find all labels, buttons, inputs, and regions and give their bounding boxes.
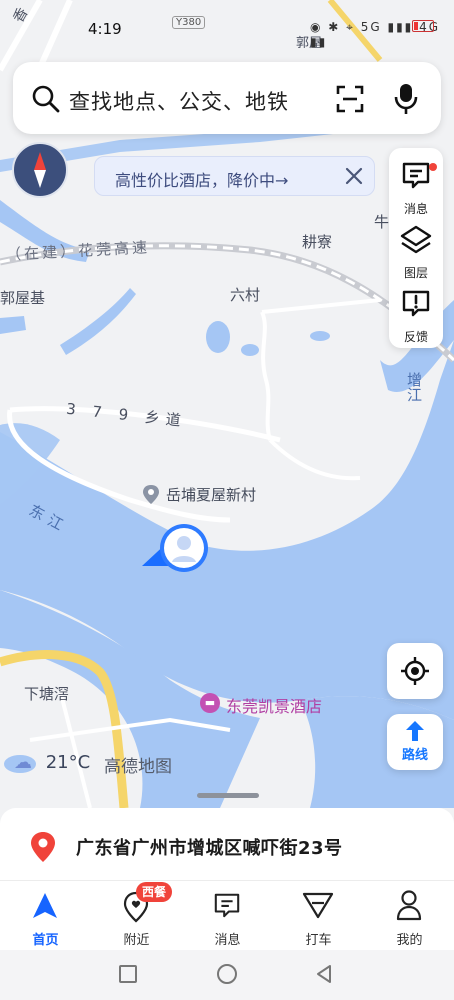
location-address: 广东省广州市增城区喊吓街23号 xyxy=(76,838,343,859)
back-icon[interactable] xyxy=(314,964,334,984)
route-button[interactable]: 路线 xyxy=(387,714,443,770)
temperature: 21°C xyxy=(45,752,91,773)
unread-dot xyxy=(429,163,437,171)
messages-button[interactable]: 消息 xyxy=(389,156,443,218)
promo-text: 高性价比酒店，降价中→ xyxy=(115,171,289,190)
cloud-icon: ☁ xyxy=(14,752,32,773)
close-icon[interactable] xyxy=(340,162,368,190)
recent-apps-button[interactable] xyxy=(119,965,137,983)
search-placeholder: 查找地点、公交、地铁 xyxy=(69,90,289,114)
tab-messages[interactable]: 消息 xyxy=(182,881,273,951)
tab-label: 附近 xyxy=(123,933,150,948)
map-label-edge-right: 牛 xyxy=(374,213,390,231)
hotel-icon: ▬ xyxy=(200,693,220,713)
user-icon xyxy=(396,890,422,921)
locate-button[interactable] xyxy=(387,643,443,699)
tab-profile[interactable]: 我的 xyxy=(364,881,454,951)
map-label-guowu: 郭屋基 xyxy=(0,289,46,307)
navigation-arrow-icon xyxy=(33,893,57,918)
system-nav-bar xyxy=(0,950,454,1000)
location-heading-icon xyxy=(142,524,208,572)
bottom-tab-bar: 首页 附近 消息 打车 我的 xyxy=(0,880,454,951)
location-sheet[interactable]: 广东省广州市增城区喊吓街23号 xyxy=(0,808,454,880)
nearby-badge: 西餐 xyxy=(136,882,173,902)
route-label: 路线 xyxy=(401,748,428,763)
status-bar: 4:19 ◉ ✱ ⌖ 5G ▮▮▮ 4G ▮▮ xyxy=(0,0,454,56)
river-label-zengjiang: 增江 xyxy=(405,372,423,402)
layers-icon xyxy=(400,225,432,254)
taxi-flag-icon xyxy=(302,892,334,919)
promo-banner[interactable]: 高性价比酒店，降价中→ xyxy=(94,156,375,196)
map-label-liu: 六村 xyxy=(230,286,261,304)
scan-icon[interactable] xyxy=(335,84,365,114)
tab-taxi[interactable]: 打车 xyxy=(273,881,364,951)
layers-button[interactable]: 图层 xyxy=(389,220,443,282)
messages-label: 消息 xyxy=(403,202,428,216)
microphone-icon[interactable] xyxy=(393,82,419,116)
layers-label: 图层 xyxy=(403,266,428,280)
compass-icon xyxy=(34,152,46,188)
current-location-marker[interactable] xyxy=(140,522,216,574)
map-toolbar: 消息 图层 反馈 xyxy=(389,148,443,348)
search-bar[interactable]: 查找地点、公交、地铁 xyxy=(13,62,441,134)
search-icon xyxy=(32,85,60,113)
map-label-xiatang: 下塘滘 xyxy=(24,685,70,703)
location-pin-icon xyxy=(31,832,55,862)
battery-icon xyxy=(412,20,434,32)
tab-label: 我的 xyxy=(396,933,423,948)
hotel-label: 东莞凯景酒店 xyxy=(226,697,323,716)
compass-button[interactable] xyxy=(12,142,68,198)
message-icon xyxy=(402,162,430,189)
feedback-label: 反馈 xyxy=(403,330,428,344)
locate-icon xyxy=(401,657,429,685)
chat-bubble-icon xyxy=(214,893,240,918)
sheet-drag-handle[interactable] xyxy=(197,793,259,798)
feedback-button[interactable]: 反馈 xyxy=(389,284,443,346)
poi-label: 岳埔夏屋新村 xyxy=(166,486,257,504)
status-time: 4:19 xyxy=(88,20,122,38)
feedback-icon xyxy=(402,290,430,317)
tab-label: 首页 xyxy=(32,933,59,948)
tab-label: 打车 xyxy=(305,933,332,948)
home-button[interactable] xyxy=(217,964,237,984)
route-arrow-icon xyxy=(406,721,424,741)
tab-home[interactable]: 首页 xyxy=(0,881,91,951)
weather-widget[interactable]: ☁ 21°C xyxy=(14,752,90,773)
map-label-geng: 耕寮 xyxy=(302,233,333,251)
poi-pin-icon xyxy=(143,485,159,504)
map-brand-watermark: 高德地图 xyxy=(104,757,172,777)
tab-label: 消息 xyxy=(214,933,241,948)
